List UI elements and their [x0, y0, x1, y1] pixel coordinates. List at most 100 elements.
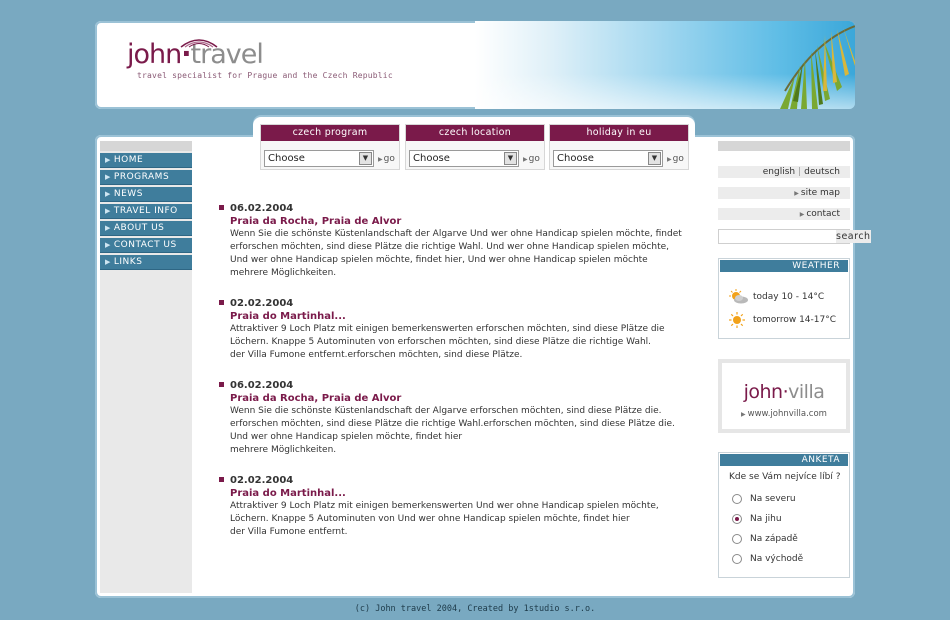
news-title-link[interactable]: Praia da Rocha, Praia de Alvor — [230, 392, 689, 405]
nav-item-programs[interactable]: ▶ PROGRAMS — [100, 170, 192, 185]
poll-title: ANKETA — [720, 454, 848, 466]
nav-item-about-us[interactable]: ▶ ABOUT US — [100, 221, 192, 236]
holiday-in-eu-select[interactable]: Choose ▼ — [553, 150, 663, 167]
palm-leaves-image — [780, 25, 855, 109]
go-button[interactable]: ▶go — [378, 154, 395, 164]
czech-location-select[interactable]: Choose ▼ — [409, 150, 519, 167]
johnvilla-banner[interactable]: john·villa ▶ www.johnvilla.com — [718, 359, 850, 433]
news-line: Attraktiver 9 Loch Platz mit einigen bem… — [230, 501, 659, 511]
selector-title: czech program — [261, 125, 399, 141]
news-body: Wenn Sie die schönste Küstenlandschaft d… — [230, 405, 689, 457]
go-arrow-icon: ▶ — [378, 155, 383, 163]
go-label: go — [528, 153, 540, 164]
news-line: Löchern. Knappe 5 Autominuten von erfors… — [230, 337, 652, 347]
poll-option-east[interactable]: Na východě — [719, 549, 849, 569]
left-nav-topbar — [100, 141, 192, 151]
go-button[interactable]: ▶go — [667, 154, 684, 164]
nav-arrow-icon: ▶ — [105, 258, 111, 266]
search-input[interactable] — [719, 230, 836, 243]
nav-item-home[interactable]: ▶ HOME — [100, 153, 192, 168]
dropdown-arrow-icon: ▼ — [359, 152, 372, 165]
news-line: erforschen möchten, sind diese Plätze di… — [230, 419, 675, 429]
czech-program-select[interactable]: Choose ▼ — [264, 150, 374, 167]
villa-logo-john: john — [743, 381, 784, 403]
search-button[interactable]: search — [836, 230, 871, 243]
selector-holiday-in-eu: holiday in eu Choose ▼ ▶go — [549, 124, 689, 170]
news-item: 06.02.2004 Praia da Rocha, Praia de Alvo… — [219, 202, 689, 280]
go-label: go — [672, 153, 684, 164]
sitemap-label: site map — [800, 188, 840, 198]
poll-option-north[interactable]: Na severu — [719, 489, 849, 509]
villa-url-text: www.johnvilla.com — [747, 409, 827, 419]
selector-title: czech location — [406, 125, 544, 141]
nav-item-links[interactable]: ▶ LINKS — [100, 255, 192, 270]
tagline: travel specialist for Prague and the Cze… — [137, 71, 393, 80]
news-line: Und wer ohne Handicap spielen möchte, fi… — [230, 255, 648, 265]
go-arrow-icon: ▶ — [667, 155, 672, 163]
language-switch: english | deutsch — [718, 166, 850, 178]
news-line: Attraktiver 9 Loch Platz mit einigen bem… — [230, 324, 665, 334]
nav-arrow-icon: ▶ — [105, 173, 111, 181]
poll-option-south[interactable]: Na jihu — [719, 509, 849, 529]
radio-button-selected[interactable] — [732, 514, 742, 524]
news-title-link[interactable]: Praia do Martinhal... — [230, 310, 689, 323]
go-button[interactable]: ▶go — [523, 154, 540, 164]
select-value: Choose — [557, 153, 594, 164]
news-line: mehrere Möglichkeiten. — [230, 268, 337, 278]
weather-tomorrow-text: tomorrow 14-17°C — [753, 314, 837, 325]
johnvilla-url-link[interactable]: ▶ www.johnvilla.com — [722, 409, 846, 419]
contact-label: contact — [806, 209, 840, 219]
nav-arrow-icon: ▶ — [105, 241, 111, 249]
sun-icon — [729, 311, 745, 328]
news-line: Wenn Sie die schönste Küstenlandschaft d… — [230, 229, 682, 239]
bullet-icon — [219, 300, 224, 305]
nav-label: TRAVEL INFO — [113, 206, 178, 216]
radio-button[interactable] — [732, 494, 742, 504]
weather-row-tomorrow: tomorrow 14-17°C — [719, 308, 849, 331]
nav-arrow-icon: ▶ — [105, 190, 111, 198]
news-item: 02.02.2004 Praia do Martinhal... Attrakt… — [219, 297, 689, 362]
nav-label: LINKS — [113, 257, 143, 267]
nav-label: CONTACT US — [113, 240, 177, 250]
link-arrow-icon: ▶ — [799, 211, 805, 218]
radio-button[interactable] — [732, 534, 742, 544]
nav-label: PROGRAMS — [113, 172, 170, 182]
nav-arrow-icon: ▶ — [105, 156, 111, 164]
nav-item-news[interactable]: ▶ NEWS — [100, 187, 192, 202]
contact-link[interactable]: ▶ contact — [718, 208, 850, 220]
news-title-link[interactable]: Praia do Martinhal... — [230, 487, 689, 500]
sitemap-link[interactable]: ▶ site map — [718, 187, 850, 199]
selector-czech-location: czech location Choose ▼ ▶go — [405, 124, 545, 170]
poll-option-label: Na severu — [750, 494, 796, 504]
nav-arrow-icon: ▶ — [105, 207, 111, 215]
news-line: der Villa Fumone entfernt.erforschen möc… — [230, 350, 523, 360]
poll-option-west[interactable]: Na západě — [719, 529, 849, 549]
selector-title: holiday in eu — [550, 125, 688, 141]
nav-item-travel-info[interactable]: ▶ TRAVEL INFO — [100, 204, 192, 219]
footer: (c) John travel 2004, Created by 1studio… — [354, 604, 596, 614]
johnvilla-logo: john·villa — [722, 381, 846, 403]
nav-item-contact-us[interactable]: ▶ CONTACT US — [100, 238, 192, 253]
weather-today-text: today 10 - 14°C — [753, 291, 825, 302]
news-list: 06.02.2004 Praia da Rocha, Praia de Alvo… — [219, 202, 689, 556]
news-title-link[interactable]: Praia da Rocha, Praia de Alvor — [230, 215, 689, 228]
news-date: 06.02.2004 — [230, 203, 294, 214]
news-item: 02.02.2004 Praia do Martinhal... Attrakt… — [219, 474, 689, 539]
nav-label: NEWS — [113, 189, 143, 199]
right-topbar — [718, 141, 850, 151]
lang-deutsch-link[interactable]: deutsch — [804, 167, 840, 177]
news-line: der Villa Fumone entfernt. — [230, 527, 348, 537]
lang-separator: | — [798, 167, 802, 177]
bullet-icon — [219, 477, 224, 482]
search-row: search — [718, 229, 871, 244]
bullet-icon — [219, 205, 224, 210]
news-item: 06.02.2004 Praia da Rocha, Praia de Alvo… — [219, 379, 689, 457]
logo[interactable]: john·travel travel specialist for Prague… — [127, 39, 393, 80]
nav-arrow-icon: ▶ — [105, 224, 111, 232]
news-line: erforschen möchten, sind diese Plätze di… — [230, 242, 670, 252]
radio-button[interactable] — [732, 554, 742, 564]
selector-czech-program: czech program Choose ▼ ▶go — [260, 124, 400, 170]
lang-english-link[interactable]: english — [763, 167, 795, 177]
logo-text: john·travel — [127, 41, 393, 68]
poll-option-label: Na západě — [750, 534, 798, 544]
